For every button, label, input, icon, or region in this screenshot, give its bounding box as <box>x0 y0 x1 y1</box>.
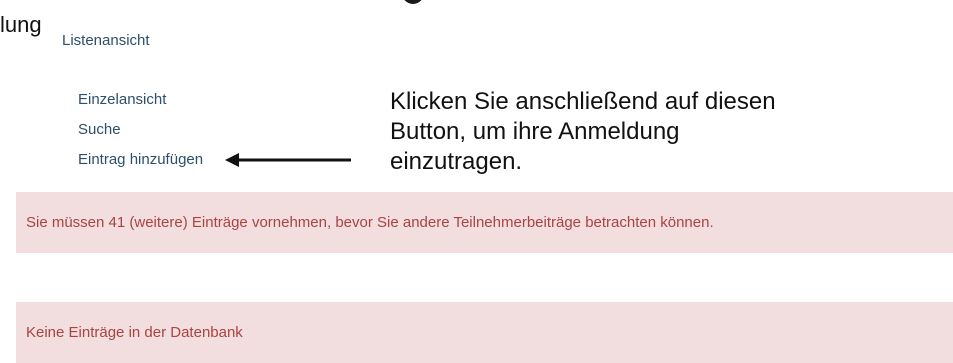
annotation-line: einzutragen. <box>390 148 523 175</box>
nav-link-list-view[interactable]: Listenansicht <box>62 32 150 49</box>
annotation-line: Button, um ihre Anmeldung <box>390 118 680 145</box>
heading-glyph-fragment <box>402 0 424 4</box>
left-arrow-icon <box>225 153 351 167</box>
no-entries-alert: Keine Einträge in der Datenbank <box>16 302 953 363</box>
nav-link-search[interactable]: Suche <box>78 121 121 138</box>
page-title-fragment: lung <box>0 12 42 37</box>
add-entry-button[interactable]: Eintrag hinzufügen <box>78 151 203 168</box>
required-entries-alert: Sie müssen 41 (weitere) Einträge vornehm… <box>16 192 953 253</box>
instruction-annotation: Klicken Sie anschließend auf diesen Butt… <box>390 87 910 177</box>
page: lung Listenansicht Einzelansicht Suche E… <box>0 0 953 363</box>
alert-message: Keine Einträge in der Datenbank <box>26 324 243 341</box>
annotation-line: Klicken Sie anschließend auf diesen <box>390 88 776 115</box>
alert-message: Sie müssen 41 (weitere) Einträge vornehm… <box>26 214 714 231</box>
nav-link-single-view[interactable]: Einzelansicht <box>78 91 166 108</box>
